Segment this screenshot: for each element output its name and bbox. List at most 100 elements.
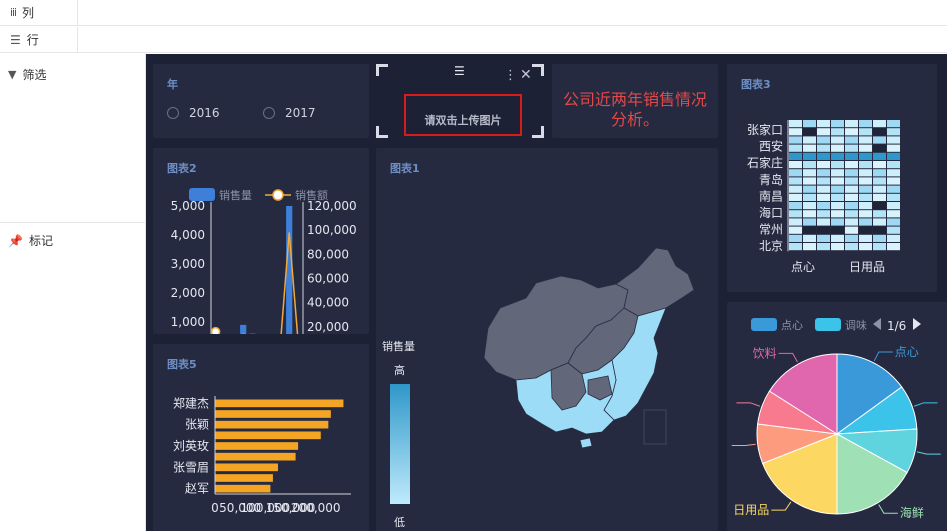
heatmap-cell[interactable] <box>845 226 858 234</box>
heatmap-cell[interactable] <box>789 120 802 128</box>
heatmap-cell[interactable] <box>845 136 858 144</box>
legend-prev-icon[interactable] <box>873 318 881 330</box>
heatmap-cell[interactable] <box>845 161 858 169</box>
bar[interactable] <box>215 399 344 408</box>
heatmap-cell[interactable] <box>845 210 858 218</box>
heatmap-cell[interactable] <box>887 210 900 218</box>
heatmap-cell[interactable] <box>859 210 872 218</box>
heatmap-cell[interactable] <box>831 193 844 201</box>
marks-section[interactable]: 📌 标记 <box>0 232 146 249</box>
heatmap-cell[interactable] <box>859 177 872 185</box>
heatmap-cell[interactable] <box>817 226 830 234</box>
columns-shelf[interactable]: ⅲ 列 <box>0 0 947 26</box>
filter-section[interactable]: ▼ 筛选 <box>0 66 146 83</box>
heatmap-cell[interactable] <box>859 202 872 210</box>
heatmap-cell[interactable] <box>803 185 816 193</box>
heatmap-cell[interactable] <box>817 152 830 160</box>
heatmap-cell[interactable] <box>845 193 858 201</box>
more-menu-icon[interactable]: ⋮ <box>504 68 517 83</box>
bar[interactable] <box>286 206 293 334</box>
heatmap-cell[interactable] <box>831 185 844 193</box>
close-icon[interactable]: ✕ <box>520 67 532 83</box>
radio-2016[interactable]: 2016 <box>167 106 220 120</box>
heatmap-cell[interactable] <box>803 136 816 144</box>
heatmap-cell[interactable] <box>873 128 886 136</box>
heatmap-cell[interactable] <box>803 193 816 201</box>
legend-swatch[interactable] <box>751 318 777 331</box>
heatmap-cell[interactable] <box>859 120 872 128</box>
heatmap-cell[interactable] <box>803 243 816 251</box>
line-point[interactable] <box>210 326 221 334</box>
heatmap-cell[interactable] <box>859 144 872 152</box>
heatmap-cell[interactable] <box>859 185 872 193</box>
heatmap-cell[interactable] <box>887 144 900 152</box>
heatmap-cell[interactable] <box>789 144 802 152</box>
heatmap-cell[interactable] <box>859 218 872 226</box>
legend-label[interactable]: 点心 <box>781 319 803 332</box>
heatmap-cell[interactable] <box>859 234 872 242</box>
heatmap-cell[interactable] <box>845 234 858 242</box>
heatmap-cell[interactable] <box>789 226 802 234</box>
heatmap-cell[interactable] <box>817 169 830 177</box>
heatmap-cell[interactable] <box>817 218 830 226</box>
heatmap-cell[interactable] <box>887 152 900 160</box>
heatmap-cell[interactable] <box>831 234 844 242</box>
heatmap-cell[interactable] <box>845 202 858 210</box>
heatmap-cell[interactable] <box>859 128 872 136</box>
heatmap-cell[interactable] <box>845 177 858 185</box>
heatmap-cell[interactable] <box>831 226 844 234</box>
heatmap-cell[interactable] <box>831 120 844 128</box>
heatmap-cell[interactable] <box>859 243 872 251</box>
heatmap-cell[interactable] <box>831 243 844 251</box>
heatmap-cell[interactable] <box>845 120 858 128</box>
heatmap-cell[interactable] <box>817 193 830 201</box>
heatmap-cell[interactable] <box>789 202 802 210</box>
heatmap-cell[interactable] <box>803 210 816 218</box>
legend-swatch-dot[interactable] <box>272 189 284 201</box>
heatmap-cell[interactable] <box>845 218 858 226</box>
upload-image-button[interactable]: 请双击上传图片 <box>404 94 522 136</box>
heatmap-cell[interactable] <box>887 185 900 193</box>
heatmap-cell[interactable] <box>789 128 802 136</box>
heatmap-cell[interactable] <box>873 243 886 251</box>
heatmap-cell[interactable] <box>803 161 816 169</box>
heatmap-cell[interactable] <box>803 234 816 242</box>
bar[interactable] <box>240 324 247 334</box>
heatmap-cell[interactable] <box>803 120 816 128</box>
heatmap-cell[interactable] <box>803 128 816 136</box>
heatmap-cell[interactable] <box>887 177 900 185</box>
heatmap-cell[interactable] <box>887 169 900 177</box>
bar[interactable] <box>215 474 273 482</box>
heatmap-cell[interactable] <box>873 161 886 169</box>
heatmap-cell[interactable] <box>873 152 886 160</box>
heatmap-cell[interactable] <box>859 226 872 234</box>
heatmap-cell[interactable] <box>887 128 900 136</box>
heatmap-cell[interactable] <box>873 177 886 185</box>
heatmap-cell[interactable] <box>817 177 830 185</box>
heatmap-cell[interactable] <box>873 218 886 226</box>
heatmap-cell[interactable] <box>831 169 844 177</box>
heatmap-cell[interactable] <box>873 120 886 128</box>
heatmap-cell[interactable] <box>803 226 816 234</box>
heatmap-cell[interactable] <box>803 152 816 160</box>
heatmap-cell[interactable] <box>817 136 830 144</box>
heatmap-cell[interactable] <box>789 177 802 185</box>
heatmap-cell[interactable] <box>887 161 900 169</box>
selection-corner[interactable] <box>532 64 544 76</box>
heatmap-cell[interactable] <box>845 128 858 136</box>
heatmap-cell[interactable] <box>887 234 900 242</box>
heatmap-cell[interactable] <box>789 243 802 251</box>
heatmap-cell[interactable] <box>873 210 886 218</box>
heatmap-cell[interactable] <box>887 226 900 234</box>
heatmap-cell[interactable] <box>873 193 886 201</box>
heatmap-cell[interactable] <box>831 202 844 210</box>
heatmap-cell[interactable] <box>887 243 900 251</box>
selection-corner[interactable] <box>376 126 388 138</box>
bar[interactable] <box>215 463 278 472</box>
heatmap-cell[interactable] <box>845 169 858 177</box>
radio-2017[interactable]: 2017 <box>263 106 316 120</box>
selection-corner[interactable] <box>532 126 544 138</box>
heatmap-cell[interactable] <box>789 152 802 160</box>
heatmap-cell[interactable] <box>831 161 844 169</box>
legend-label[interactable]: 调味 <box>845 319 867 332</box>
